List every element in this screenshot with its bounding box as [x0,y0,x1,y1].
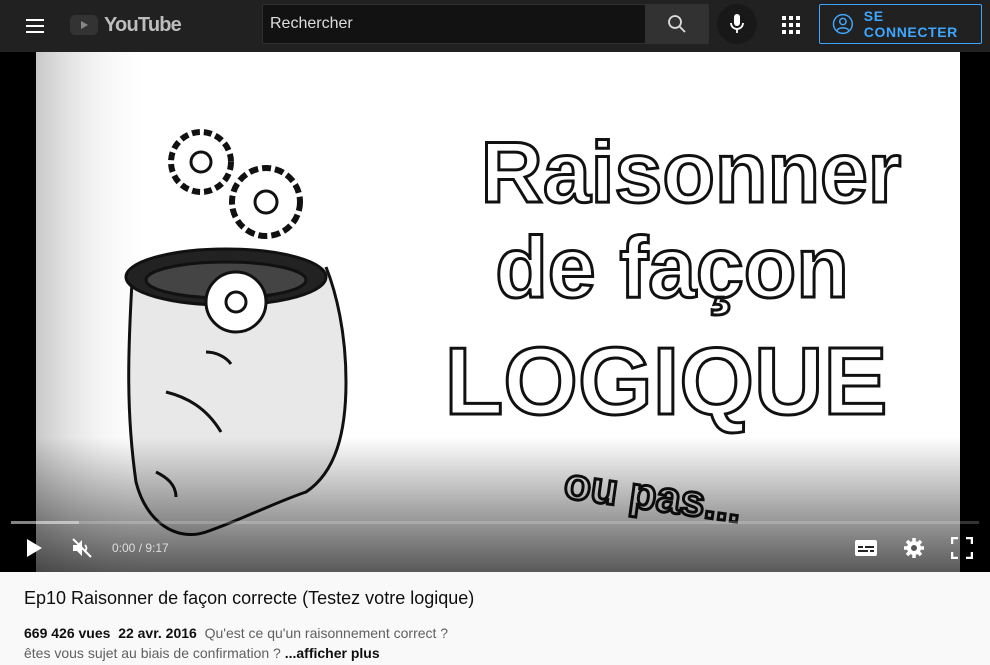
time-separator: / [135,541,146,555]
current-time: 0:00 [112,541,136,555]
voice-search-button[interactable] [717,4,757,44]
microphone-icon [730,14,744,33]
mute-button[interactable] [68,534,96,562]
upload-date: 22 avr. 2016 [118,625,197,641]
muted-volume-icon [72,538,92,558]
fullscreen-icon [951,537,973,559]
video-player[interactable]: Raisonner de façon LOGIQUE ou pas... 0:0… [0,52,990,572]
sign-in-label: SE CONNECTER [863,8,958,40]
video-title: Ep10 Raisonner de façon correcte (Testez… [24,588,475,608]
svg-text:LOGIQUE: LOGIQUE [445,328,888,435]
gear-icon [904,538,924,558]
video-thumbnail: Raisonner de façon LOGIQUE ou pas... [36,52,903,572]
subtitles-icon [855,540,877,556]
logo-text: YouTube [104,13,182,36]
play-icon [27,539,42,557]
search-input[interactable]: Rechercher [262,4,646,44]
youtube-logo[interactable]: YouTube [70,12,182,38]
play-button[interactable] [20,534,48,562]
settings-button[interactable] [900,534,928,562]
search-icon [668,15,686,33]
description-line-2: êtes vous sujet au biais de confirmation… [24,645,281,661]
show-more-link[interactable]: ...afficher plus [285,645,380,661]
youtube-play-icon [70,15,98,35]
masthead: YouTube Rechercher SE CONNECTER [0,0,990,52]
time-display: 0:00 / 9:17 [112,541,169,555]
description-line-1: Qu'est ce qu'un raisonnement correct ? [204,625,449,641]
video-frame[interactable]: Raisonner de façon LOGIQUE ou pas... [36,52,960,572]
svg-text:de façon: de façon [495,220,849,316]
search-button[interactable] [645,4,709,44]
progress-bar[interactable] [11,521,979,524]
subtitles-button[interactable] [852,534,880,562]
fullscreen-button[interactable] [948,534,976,562]
total-duration: 9:17 [145,541,169,555]
apps-grid-icon[interactable] [778,12,804,38]
sign-in-button[interactable]: SE CONNECTER [819,4,982,44]
thumbnail-title: Raisonner de façon LOGIQUE ou pas... [443,124,903,534]
account-icon [832,13,854,35]
buffered-progress [11,521,79,524]
video-meta: 669 426 vues 22 avr. 2016 Qu'est ce qu'u… [24,623,448,663]
menu-icon[interactable] [18,12,52,40]
video-info: Ep10 Raisonner de façon correcte (Testez… [0,572,990,665]
svg-text:Raisonner: Raisonner [481,125,902,221]
view-count: 669 426 vues [24,625,111,641]
